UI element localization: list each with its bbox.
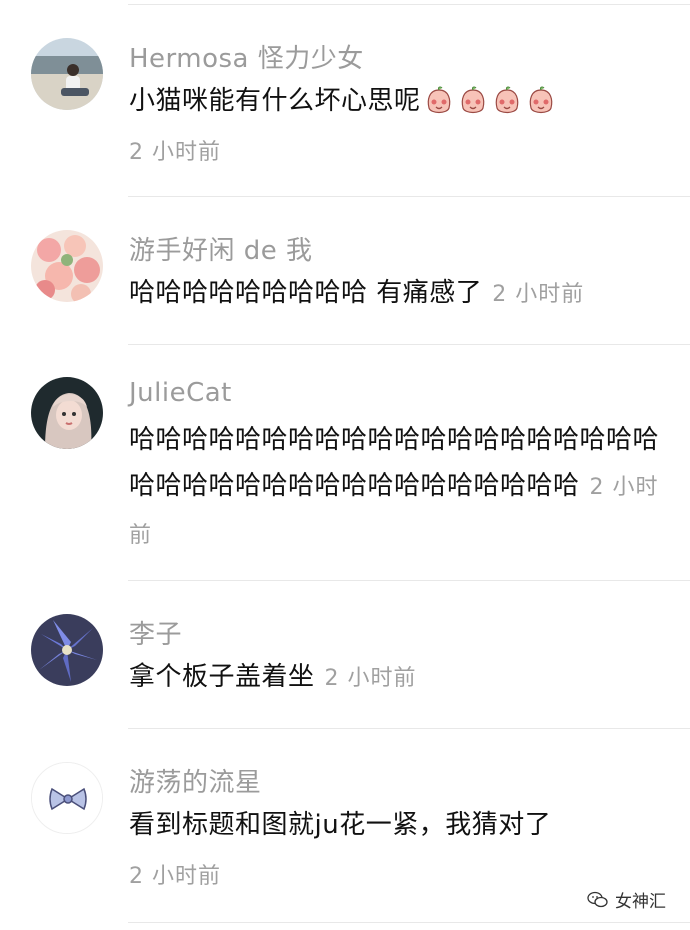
beach-photo-avatar-image (31, 38, 103, 110)
divider (128, 4, 690, 5)
avatar[interactable] (31, 230, 103, 302)
divider (128, 580, 690, 581)
comment-author[interactable]: 游手好闲 de 我 (129, 230, 313, 267)
avatar[interactable] (31, 614, 103, 686)
watermark: 女神汇 (587, 887, 666, 912)
watermark-label: 女神汇 (615, 892, 666, 912)
avatar[interactable] (31, 762, 103, 834)
girl-portrait-avatar-image (31, 377, 103, 449)
comment-author[interactable]: JulieCat (129, 378, 232, 408)
bow-avatar-image (32, 763, 102, 833)
comment-text-wrap: 拿个板子盖着坐 2 小时前 (129, 654, 681, 702)
comment-text-wrap: 看到标题和图就ju花一紧，我猜对了 (129, 802, 681, 848)
comment-text-wrap: 哈哈哈哈哈哈哈哈哈哈哈哈哈哈哈哈哈哈哈哈哈哈哈哈哈哈哈哈哈哈哈哈哈哈哈哈哈 2 小… (129, 417, 677, 559)
comment-text: 哈哈哈哈哈哈哈哈哈哈哈哈哈哈哈哈哈哈哈哈哈哈哈哈哈哈哈哈哈哈哈哈哈哈哈哈哈 (129, 425, 660, 501)
comment-text: 小猫咪能有什么坏心思呢 (129, 86, 421, 116)
comment-time: 2 小时前 (129, 140, 221, 165)
divider (128, 922, 690, 923)
comment-text: 看到标题和图就ju花一紧，我猜对了 (129, 810, 552, 840)
comment-time: 2 小时前 (492, 282, 585, 307)
comment-time: 2 小时前 (129, 864, 221, 889)
peach-face-icon (495, 85, 518, 113)
divider (128, 344, 690, 345)
comment-author[interactable]: 游荡的流星 (129, 762, 262, 799)
flowers-avatar-image (31, 230, 103, 302)
divider (128, 728, 690, 729)
comment-text-wrap: 哈哈哈哈哈哈哈哈哈 有痛感了 2 小时前 (129, 270, 681, 318)
blue-flower-avatar-image (31, 614, 103, 686)
comment-text: 哈哈哈哈哈哈哈哈哈 有痛感了 (129, 278, 483, 308)
avatar[interactable] (31, 377, 103, 449)
comment-time: 2 小时前 (324, 666, 417, 691)
wechat-icon (587, 891, 608, 907)
peach-face-icon (427, 85, 450, 113)
peach-face-icon (461, 85, 484, 113)
comment-text-wrap: 小猫咪能有什么坏心思呢 (129, 78, 681, 124)
divider (128, 196, 690, 197)
comment-author[interactable]: 李子 (129, 614, 182, 651)
comment-author[interactable]: Hermosa 怪力少女 (129, 38, 364, 75)
avatar[interactable] (31, 38, 103, 110)
peach-face-icon (529, 85, 552, 113)
comment-text: 拿个板子盖着坐 (129, 662, 315, 692)
